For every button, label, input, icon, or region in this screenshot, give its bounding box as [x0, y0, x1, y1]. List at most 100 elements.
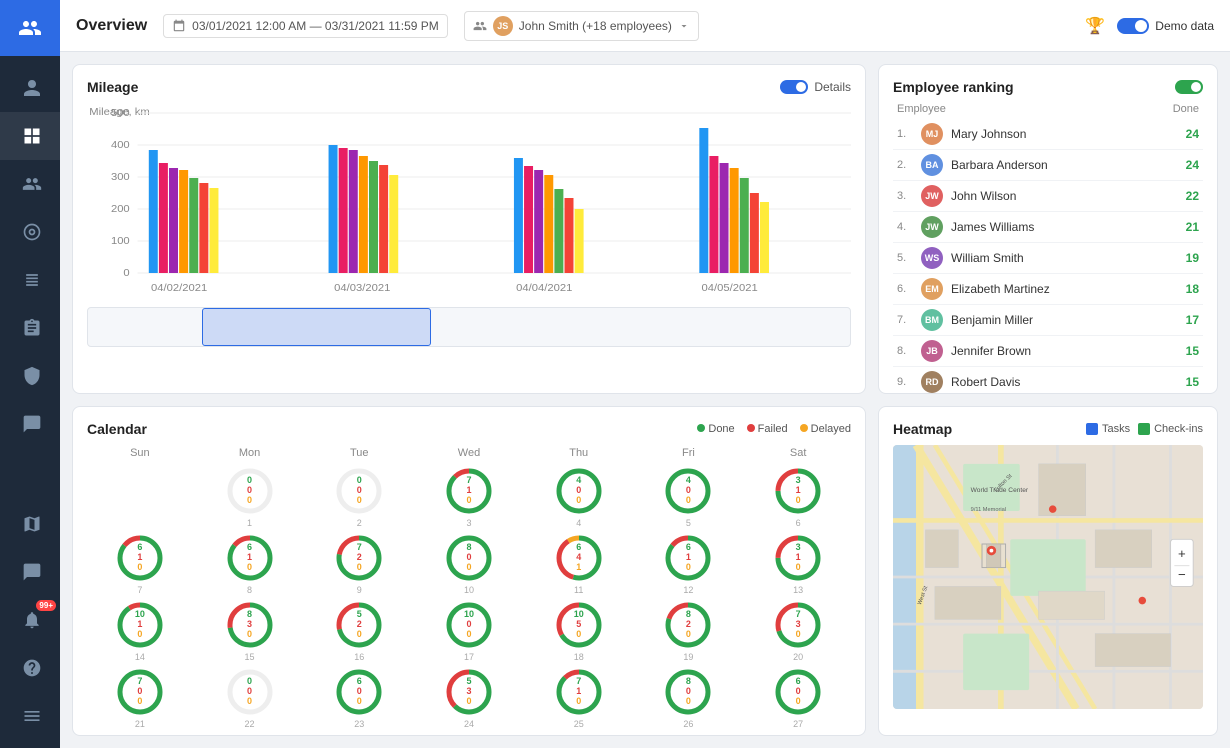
calendar-day[interactable]: 0 0 0 1 [197, 465, 303, 528]
calendar-day[interactable]: 8 0 0 10 [416, 532, 522, 595]
calendar-day[interactable]: 3 1 0 13 [745, 532, 851, 595]
rank-done: 15 [1186, 375, 1199, 389]
calendar-day [526, 733, 632, 736]
demo-toggle-switch[interactable] [1117, 18, 1149, 34]
calendar-donut: 6 1 0 [224, 532, 276, 584]
calendar-day[interactable]: 0 0 0 2 [306, 465, 412, 528]
calendar-day[interactable]: 7 3 0 20 [745, 599, 851, 662]
sidebar-item-team[interactable] [0, 160, 60, 208]
calendar-day[interactable]: 4 1 0 28 [87, 733, 193, 736]
cal-date-label: 22 [245, 719, 255, 729]
svg-text:9/11 Memorial: 9/11 Memorial [971, 507, 1006, 513]
calendar-day[interactable]: 10 5 0 18 [526, 599, 632, 662]
notification-badge: 99+ [36, 600, 56, 611]
sidebar-item-profile[interactable] [0, 64, 60, 112]
ranking-header: Employee ranking [893, 79, 1203, 95]
sidebar-item-shield[interactable] [0, 352, 60, 400]
cal-date-label: 9 [357, 585, 362, 595]
sidebar-item-tasks[interactable] [0, 304, 60, 352]
checkins-checkbox-label[interactable]: Check-ins [1138, 423, 1203, 435]
cal-date-label: 23 [354, 719, 364, 729]
calendar-day[interactable]: 8 2 0 19 [636, 599, 742, 662]
calendar-day[interactable]: 7 1 0 3 [416, 465, 522, 528]
date-range-selector[interactable]: 03/01/2021 12:00 AM — 03/31/2021 11:59 P… [163, 14, 448, 38]
calendar-day[interactable]: 7 0 0 29 [197, 733, 303, 736]
calendar-donut: 7 0 0 [224, 733, 276, 736]
sidebar-logo[interactable] [0, 0, 60, 56]
calendar-day[interactable]: 5 3 0 24 [416, 666, 522, 729]
calendar-day[interactable]: 4 3 0 30 [306, 733, 412, 736]
rank-name: Robert Davis [951, 375, 1178, 389]
dashboard: Mileage Details Mileage, km [60, 52, 1230, 748]
rank-name: Benjamin Miller [951, 313, 1178, 327]
checkins-checkbox-icon [1138, 423, 1150, 435]
calendar-day[interactable]: 7 1 0 25 [526, 666, 632, 729]
sidebar-item-help[interactable] [0, 644, 60, 692]
calendar-donut: 10 1 0 [114, 599, 166, 651]
demo-data-toggle[interactable]: Demo data [1117, 18, 1214, 34]
cal-date-label: 17 [464, 652, 474, 662]
calendar-day[interactable]: 10 1 0 14 [87, 599, 193, 662]
calendar-day[interactable]: 6 0 0 23 [306, 666, 412, 729]
sidebar: 99+ [0, 0, 60, 748]
sidebar-item-notes[interactable] [0, 400, 60, 448]
scrubber-range[interactable] [202, 308, 431, 346]
sidebar-item-dashboard[interactable] [0, 112, 60, 160]
calendar-day[interactable]: 6 1 0 8 [197, 532, 303, 595]
cal-date-label: 20 [793, 652, 803, 662]
calendar-day[interactable]: 5 2 0 16 [306, 599, 412, 662]
sidebar-item-notifications[interactable]: 99+ [0, 596, 60, 644]
details-toggle[interactable]: Details [780, 80, 851, 94]
cal-date-label: 5 [686, 518, 691, 528]
header-right: 🏆 Demo data [1085, 16, 1214, 36]
tasks-checkbox-icon [1086, 423, 1098, 435]
calendar-day[interactable]: 8 2 0 31 [416, 733, 522, 736]
rank-name: Barbara Anderson [951, 158, 1178, 172]
sidebar-item-settings[interactable] [0, 692, 60, 740]
chart-scrubber[interactable] [87, 307, 851, 347]
calendar-day [87, 465, 193, 528]
rank-number: 2. [897, 159, 913, 171]
calendar-donut: 6 1 0 [662, 532, 714, 584]
calendar-day[interactable]: 7 2 0 9 [306, 532, 412, 595]
rank-avatar: JW [921, 216, 943, 238]
employee-selector[interactable]: JS John Smith (+18 employees) [464, 11, 699, 41]
rank-done: 24 [1186, 158, 1199, 172]
tasks-label: Tasks [1102, 423, 1130, 435]
tasks-checkbox-label[interactable]: Tasks [1086, 423, 1130, 435]
rank-name: James Williams [951, 220, 1178, 234]
calendar-title: Calendar [87, 421, 147, 437]
sidebar-item-map[interactable] [0, 500, 60, 548]
rank-avatar: EM [921, 278, 943, 300]
rank-name: Elizabeth Martinez [951, 282, 1178, 296]
sidebar-nav [0, 56, 60, 500]
calendar-day[interactable]: 6 1 0 7 [87, 532, 193, 595]
rank-name: Mary Johnson [951, 127, 1178, 141]
calendar-day[interactable]: 8 0 0 26 [636, 666, 742, 729]
calendar-day[interactable]: 0 0 0 22 [197, 666, 303, 729]
rank-number: 9. [897, 376, 913, 388]
sidebar-item-target[interactable] [0, 208, 60, 256]
ranking-row: 4. JW James Williams 21 [893, 212, 1203, 243]
calendar-day[interactable]: 4 0 0 4 [526, 465, 632, 528]
cal-date-label: 10 [464, 585, 474, 595]
cal-date-label: 13 [793, 585, 803, 595]
cal-date-label: 8 [247, 585, 252, 595]
calendar-day[interactable]: 8 3 0 15 [197, 599, 303, 662]
calendar-donut: 8 2 0 [662, 599, 714, 651]
trophy-icon: 🏆 [1085, 16, 1105, 36]
sidebar-item-chat[interactable] [0, 548, 60, 596]
calendar-day[interactable]: 6 4 1 11 [526, 532, 632, 595]
checkins-label: Check-ins [1154, 423, 1203, 435]
calendar-day[interactable]: 6 1 0 12 [636, 532, 742, 595]
sidebar-item-reports[interactable] [0, 256, 60, 304]
details-toggle-switch[interactable] [780, 80, 808, 94]
calendar-day[interactable]: 6 0 0 27 [745, 666, 851, 729]
calendar-day-header: Mon [197, 445, 303, 461]
calendar-day[interactable]: 10 0 0 17 [416, 599, 522, 662]
calendar-day[interactable]: 4 0 0 5 [636, 465, 742, 528]
ranking-toggle[interactable] [1175, 80, 1203, 94]
calendar-day[interactable]: 3 1 0 6 [745, 465, 851, 528]
calendar-day[interactable]: 7 0 0 21 [87, 666, 193, 729]
svg-text:+: + [1178, 546, 1186, 561]
